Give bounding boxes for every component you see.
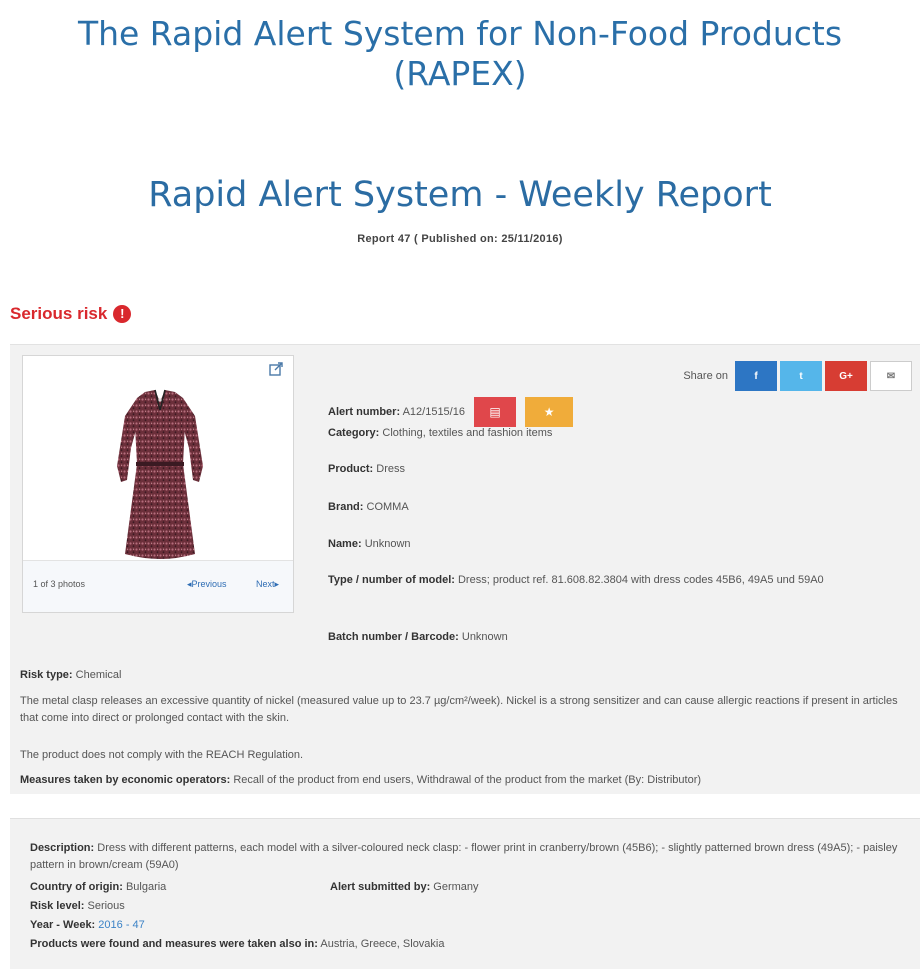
found-in-value: Austria, Greece, Slovakia [320, 938, 445, 950]
alert-number-label: Alert number: [328, 406, 401, 418]
external-link-icon[interactable] [269, 362, 283, 379]
alert-number-value: A12/1515/16 [402, 406, 465, 418]
risk-heading: Serious risk ! [10, 304, 132, 324]
exclamation-circle-icon: ! [113, 305, 132, 323]
brand-value: COMMA [366, 501, 409, 513]
favourite-button[interactable]: ★ [525, 397, 574, 428]
description-row: Description: Dress with different patter… [30, 840, 900, 874]
origin-value: Bulgaria [125, 881, 167, 893]
category-label: Category: [328, 427, 380, 439]
description-label: Description: [30, 842, 95, 854]
description-panel: Description: Dress with different patter… [10, 818, 920, 969]
twitter-icon: t [799, 370, 803, 382]
pdf-icon: ▤ [489, 405, 501, 420]
origin-row: Country of origin: Bulgaria [30, 879, 166, 896]
risk-level-label: Risk level: [30, 900, 85, 912]
model-label: Type / number of model: [328, 574, 455, 586]
measures-value: Recall of the product from end users, Wi… [233, 774, 702, 786]
facebook-icon: f [754, 370, 758, 382]
name-value: Unknown [364, 538, 411, 550]
origin-label: Country of origin: [30, 881, 123, 893]
measures-label: Measures taken by economic operators: [20, 774, 231, 786]
star-icon: ★ [543, 405, 555, 420]
risk-level-row: Risk level: Serious [30, 898, 125, 915]
brand-label: Brand: [328, 501, 364, 513]
brand-row: Brand: COMMA [328, 501, 409, 513]
submitted-value: Germany [433, 881, 479, 893]
found-in-row: Products were found and measures were ta… [30, 936, 445, 953]
compliance-note: The product does not comply with the REA… [20, 749, 304, 761]
twitter-share-button[interactable]: t [780, 361, 822, 391]
title-line-2: (RAPEX) [393, 54, 527, 93]
share-bar: Share on f t G+ ✉ [683, 361, 912, 391]
google-plus-share-button[interactable]: G+ [825, 361, 867, 391]
found-in-label: Products were found and measures were ta… [30, 938, 318, 950]
category-value: Clothing, textiles and fashion items [382, 427, 553, 439]
facebook-share-button[interactable]: f [735, 361, 777, 391]
photo-gallery: 1 of 3 photos ◂Previous Next▸ [22, 355, 294, 613]
product-value: Dress [376, 463, 406, 475]
pdf-download-button[interactable]: ▤ [474, 397, 517, 428]
year-week-row: Year - Week: 2016 - 47 [30, 917, 145, 934]
batch-row: Batch number / Barcode: Unknown [328, 631, 508, 643]
report-subtitle: Report 47 ( Published on: 25/11/2016) [357, 233, 563, 245]
risk-heading-label: Serious risk [10, 304, 108, 323]
year-week-label: Year - Week: [30, 919, 96, 931]
mail-icon: ✉ [886, 370, 896, 382]
year-week-link[interactable]: 2016 - 47 [98, 919, 144, 931]
risk-type-value: Chemical [75, 669, 122, 681]
risk-type-label: Risk type: [20, 669, 73, 681]
name-row: Name: Unknown [328, 538, 411, 550]
batch-label: Batch number / Barcode: [328, 631, 459, 643]
photo-count: 1 of 3 photos [33, 579, 86, 589]
risk-type-row: Risk type: Chemical [20, 667, 910, 684]
model-row: Type / number of model: Dress; product r… [328, 572, 913, 589]
previous-photo-link[interactable]: ◂Previous [187, 579, 227, 590]
risk-level-value: Serious [87, 900, 125, 912]
name-label: Name: [328, 538, 362, 550]
submitted-label: Alert submitted by: [330, 881, 431, 893]
photo-navigation: 1 of 3 photos ◂Previous Next▸ [23, 560, 293, 612]
title-line-1: The Rapid Alert System for Non-Food Prod… [77, 14, 843, 53]
report-title: Rapid Alert System - Weekly Report [148, 175, 772, 215]
product-row: Product: Dress [328, 463, 405, 475]
category-row: Category: Clothing, textiles and fashion… [328, 427, 552, 439]
next-photo-link[interactable]: Next▸ [256, 579, 279, 590]
email-share-button[interactable]: ✉ [870, 361, 912, 391]
description-value: Dress with different patterns, each mode… [30, 842, 898, 871]
google-plus-icon: G+ [839, 370, 853, 382]
product-label: Product: [328, 463, 374, 475]
share-label: Share on [683, 370, 728, 382]
page-title: The Rapid Alert System for Non-Food Prod… [0, 14, 920, 94]
alert-panel: 1 of 3 photos ◂Previous Next▸ Share on f… [10, 344, 920, 794]
model-value: Dress; product ref. 81.608.82.3804 with … [457, 574, 824, 586]
alert-number-row: Alert number: A12/1515/16 ▤ ★ [328, 397, 574, 428]
measures-row: Measures taken by economic operators: Re… [20, 772, 910, 789]
product-photo[interactable] [105, 386, 215, 566]
risk-description: The metal clasp releases an excessive qu… [20, 695, 898, 724]
submitted-row: Alert submitted by: Germany [330, 879, 479, 896]
batch-value: Unknown [461, 631, 508, 643]
